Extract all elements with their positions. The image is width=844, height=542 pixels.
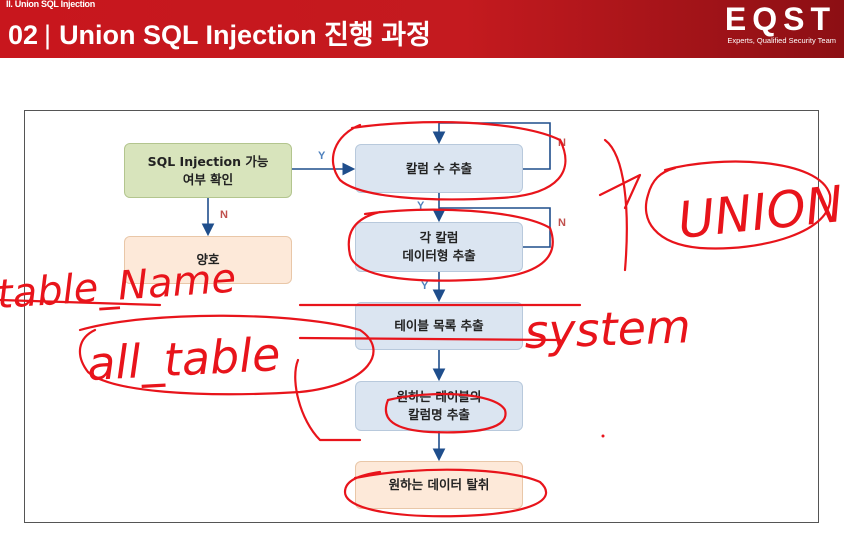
annotation-table-name: table_Name (0, 256, 237, 319)
circle-data-theft (343, 468, 547, 518)
annotation-union: UNION (675, 175, 844, 250)
line-left-connector (294, 358, 362, 442)
bracket-right (598, 138, 642, 272)
pen-dot (601, 434, 605, 438)
annotation-all-table: all_table (86, 327, 282, 391)
line-under-table-list-2 (298, 336, 562, 342)
circle-column-count (331, 121, 567, 201)
annotation-system: system (523, 299, 691, 359)
pen-annotations: UNION table_Name all_table system (0, 121, 844, 518)
circle-column-names (384, 392, 507, 434)
circle-column-type (347, 208, 554, 282)
